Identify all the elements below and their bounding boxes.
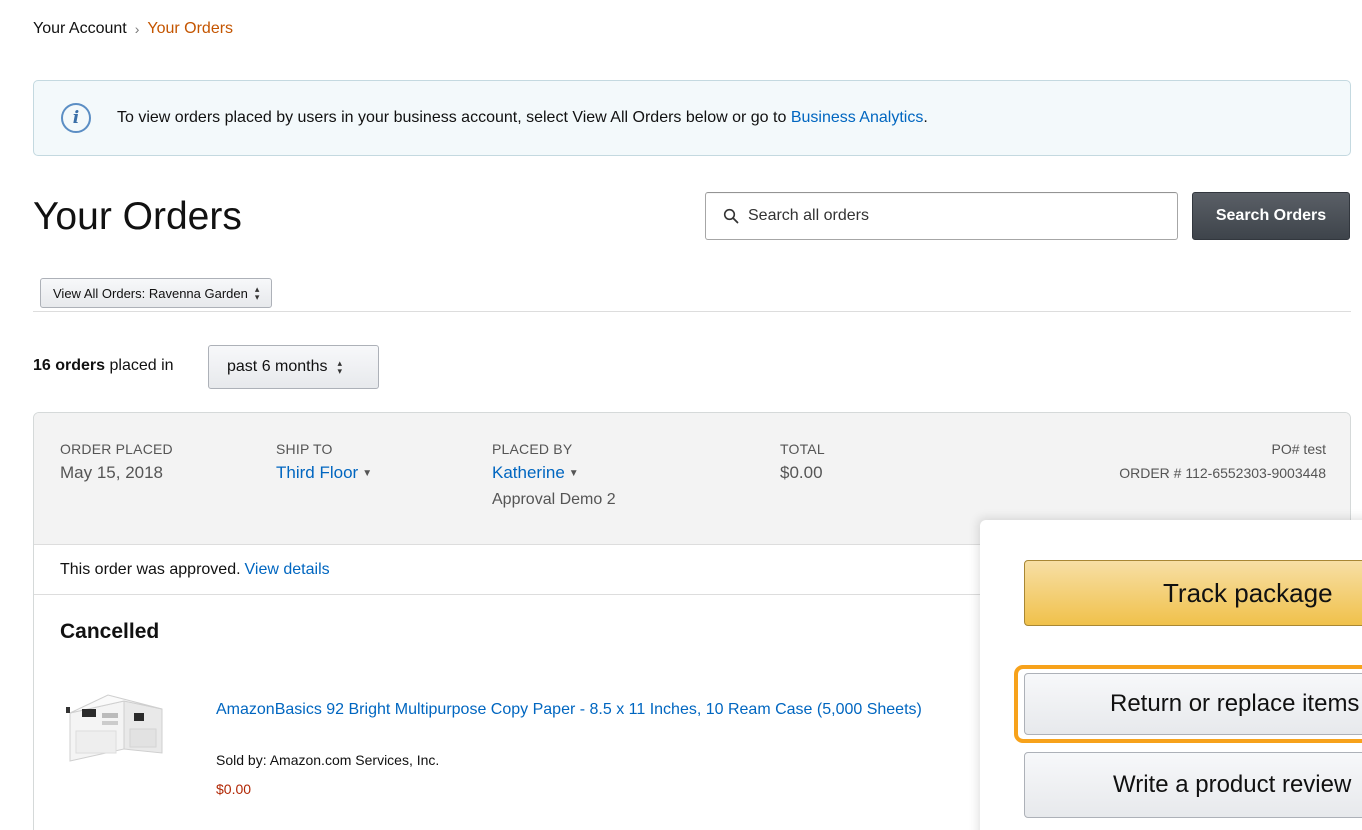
placed-by-value[interactable]: Katherine — [492, 463, 565, 482]
order-placed-column: ORDER PLACED May 15, 2018 — [60, 441, 173, 483]
placed-by-group: Approval Demo 2 — [492, 491, 616, 508]
order-placed-date: May 15, 2018 — [60, 463, 164, 482]
ship-to-column: SHIP TO Third Floor ▼ — [276, 441, 372, 483]
search-icon — [723, 208, 739, 224]
breadcrumb-your-account[interactable]: Your Account — [33, 20, 127, 38]
total-column: TOTAL $0.00 — [780, 441, 825, 483]
item-price: $0.00 — [216, 781, 252, 797]
placed-by-column: PLACED BY Katherine ▼ Approval Demo 2 — [492, 441, 616, 509]
product-image[interactable] — [62, 691, 174, 767]
search-box[interactable] — [705, 192, 1178, 240]
period-select[interactable]: past 6 months ▴ ▾ — [208, 345, 379, 389]
view-details-link[interactable]: View details — [245, 561, 330, 579]
page-title: Your Orders — [33, 195, 242, 238]
orders-placed-in: placed in — [105, 357, 174, 374]
total-label: TOTAL — [780, 441, 825, 457]
ship-to-value[interactable]: Third Floor — [276, 463, 358, 482]
order-actions-panel: Track package Return or replace items Wr… — [980, 520, 1362, 830]
divider — [33, 311, 1351, 312]
ship-to-dropdown[interactable]: Third Floor ▼ — [276, 463, 372, 483]
order-placed-label: ORDER PLACED — [60, 441, 173, 457]
business-analytics-link[interactable]: Business Analytics — [791, 109, 924, 126]
sort-caret-icon: ▴ ▾ — [254, 284, 260, 302]
view-all-orders-label: View All Orders: Ravenna Garden — [53, 285, 248, 301]
track-package-button[interactable]: Track package — [1024, 560, 1362, 626]
orders-count-number: 16 orders — [33, 357, 106, 374]
dropdown-triangle-icon: ▼ — [568, 468, 579, 479]
return-or-replace-button[interactable]: Return or replace items — [1024, 673, 1362, 735]
dropdown-triangle-icon: ▼ — [362, 468, 373, 479]
sort-caret-icon: ▴ ▾ — [337, 358, 343, 376]
approval-text: This order was approved. — [60, 560, 241, 578]
info-suffix: . — [923, 109, 928, 126]
total-value: $0.00 — [780, 463, 823, 482]
order-status: Cancelled — [60, 620, 160, 643]
order-number: ORDER # 112-6552303-9003448 — [1119, 465, 1326, 481]
info-message: To view orders placed by users in your b… — [117, 109, 791, 126]
placed-by-dropdown[interactable]: Katherine ▼ — [492, 463, 616, 483]
search-orders-button[interactable]: Search Orders — [1192, 192, 1350, 240]
view-all-orders-dropdown[interactable]: View All Orders: Ravenna Garden ▴ ▾ — [40, 278, 273, 308]
breadcrumb: Your Account › Your Orders — [33, 20, 233, 38]
info-icon: i — [61, 103, 91, 133]
orders-count: 16 orders placed in — [33, 357, 174, 375]
info-banner: i To view orders placed by users in your… — [33, 80, 1351, 156]
placed-by-label: PLACED BY — [492, 441, 573, 457]
period-select-value: past 6 months — [227, 358, 328, 375]
product-title-link[interactable]: AmazonBasics 92 Bright Multipurpose Copy… — [216, 697, 996, 723]
ship-to-label: SHIP TO — [276, 441, 333, 457]
breadcrumb-separator: › — [134, 21, 140, 37]
info-banner-text: To view orders placed by users in your b… — [117, 109, 928, 127]
breadcrumb-your-orders: Your Orders — [147, 20, 234, 37]
sold-by: Sold by: Amazon.com Services, Inc. — [216, 752, 440, 768]
order-ids: PO# test ORDER # 112-6552303-9003448 — [1119, 441, 1326, 481]
write-review-button[interactable]: Write a product review — [1024, 752, 1362, 818]
po-number: PO# test — [1271, 441, 1326, 457]
search-input[interactable] — [748, 207, 1168, 225]
